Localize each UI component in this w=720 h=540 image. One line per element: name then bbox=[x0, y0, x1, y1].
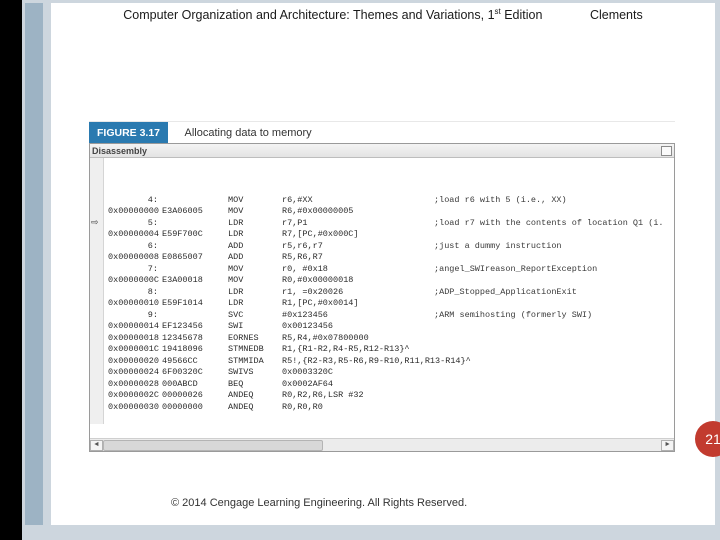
figure-block: FIGURE 3.17 Allocating data to memory Di… bbox=[89, 121, 675, 452]
disassembly-row: 0x00000004E59F700CLDRR7,[PC,#0x000C] bbox=[108, 229, 670, 241]
figure-title-bar: FIGURE 3.17 Allocating data to memory bbox=[89, 121, 675, 143]
main-panel: Computer Organization and Architecture: … bbox=[51, 3, 715, 525]
copyright-text: © 2014 Cengage Learning Engineering. All… bbox=[171, 497, 467, 509]
disassembly-row: 0x0000003000000000ANDEQR0,R0,R0 bbox=[108, 402, 670, 414]
scroll-thumb[interactable] bbox=[103, 440, 323, 451]
disassembly-row: 0x00000008E0865007ADDR5,R6,R7 bbox=[108, 252, 670, 264]
disassembly-row: 0x00000010E59F1014LDRR1,[PC,#0x0014] bbox=[108, 298, 670, 310]
disassembly-row: 0x00000028000ABCDBEQ0x0002AF64 bbox=[108, 379, 670, 391]
title-prefix: Computer Organization and Architecture: … bbox=[123, 8, 494, 22]
panel-restore-icon[interactable] bbox=[661, 146, 672, 156]
side-stripe bbox=[25, 3, 43, 525]
disassembly-row: 0x0000002049566CCSTMMIDAR5!,{R2-R3,R5-R6… bbox=[108, 356, 670, 368]
disassembly-panel: Disassembly ⇨ 4:MOVr6,#XX;load r6 with 5… bbox=[89, 143, 675, 452]
book-title: Computer Organization and Architecture: … bbox=[123, 8, 546, 22]
disassembly-rows: 4:MOVr6,#XX;load r6 with 5 (i.e., XX)0x0… bbox=[108, 195, 670, 414]
disassembly-row: 0x00000014EF123456SWI0x00123456 bbox=[108, 321, 670, 333]
figure-caption: Allocating data to memory bbox=[184, 127, 311, 139]
slide-background: Computer Organization and Architecture: … bbox=[22, 0, 720, 540]
page-number-badge: 21 bbox=[695, 421, 720, 457]
scroll-right-arrow-icon[interactable]: ► bbox=[661, 440, 674, 451]
horizontal-scrollbar[interactable]: ◄ ► bbox=[90, 438, 674, 451]
disassembly-header: Disassembly bbox=[90, 144, 674, 158]
disassembly-row: 4:MOVr6,#XX;load r6 with 5 (i.e., XX) bbox=[108, 195, 670, 207]
author-name: Clements bbox=[590, 8, 643, 22]
slide-header: Computer Organization and Architecture: … bbox=[51, 7, 715, 22]
disassembly-row: 8:LDRr1, =0x20026;ADP_Stopped_Applicatio… bbox=[108, 287, 670, 299]
disassembly-row: 6:ADDr5,r6,r7;just a dummy instruction bbox=[108, 241, 670, 253]
disassembly-row: 0x0000001812345678EORNESR5,R4,#0x0780000… bbox=[108, 333, 670, 345]
disassembly-title: Disassembly bbox=[92, 146, 147, 156]
disassembly-row: 0x000000246F00320CSWIVS0x0003320C bbox=[108, 367, 670, 379]
current-line-arrow-icon: ⇨ bbox=[91, 218, 99, 230]
disassembly-row: 7:MOVr0, #0x18;angel_SWIreason_ReportExc… bbox=[108, 264, 670, 276]
scroll-left-arrow-icon[interactable]: ◄ bbox=[90, 440, 103, 451]
disassembly-row: 5:LDRr7,P1;load r7 with the contents of … bbox=[108, 218, 670, 230]
page-number: 21 bbox=[705, 431, 720, 447]
title-suffix: Edition bbox=[501, 8, 543, 22]
figure-badge: FIGURE 3.17 bbox=[89, 122, 168, 144]
image-credit bbox=[666, 168, 676, 378]
disassembly-row: 0x0000001C19418096STMNEDBR1,{R1-R2,R4-R5… bbox=[108, 344, 670, 356]
disassembly-row: 0x0000000CE3A00018MOVR0,#0x00000018 bbox=[108, 275, 670, 287]
disassembly-row: 0x00000000E3A06005MOVR6,#0x00000005 bbox=[108, 206, 670, 218]
scroll-track[interactable] bbox=[103, 440, 661, 451]
gutter: ⇨ bbox=[90, 158, 104, 424]
disassembly-body: ⇨ 4:MOVr6,#XX;load r6 with 5 (i.e., XX)0… bbox=[90, 158, 674, 438]
disassembly-row: 9:SVC#0x123456;ARM semihosting (formerly… bbox=[108, 310, 670, 322]
disassembly-row: 0x0000002C00000026ANDEQR0,R2,R6,LSR #32 bbox=[108, 390, 670, 402]
